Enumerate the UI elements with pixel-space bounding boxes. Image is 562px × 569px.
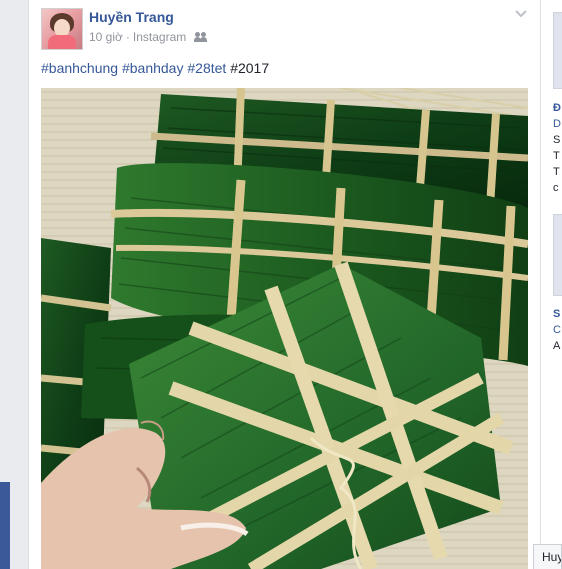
- friends-icon[interactable]: [194, 32, 208, 42]
- feed-post: Huyền Trang 10 giờ · Instagram #banhchun…: [28, 0, 541, 569]
- sidebar-line: T: [553, 150, 560, 162]
- right-sidebar: Đ D S T T c S C A: [540, 0, 562, 569]
- sidebar-line[interactable]: S: [553, 306, 560, 322]
- sidebar-line[interactable]: Đ: [553, 100, 561, 116]
- sidebar-line: A: [553, 340, 561, 352]
- avatar[interactable]: [41, 8, 83, 50]
- hashtag-link[interactable]: #banhday: [122, 60, 184, 76]
- sidebar-line[interactable]: C: [553, 322, 561, 338]
- post-timestamp[interactable]: 10 giờ: [89, 30, 123, 44]
- post-meta: 10 giờ · Instagram: [89, 30, 208, 44]
- chevron-down-icon[interactable]: [514, 6, 528, 20]
- hashtag-link[interactable]: #banhchung: [41, 60, 118, 76]
- sidebar-line[interactable]: D: [553, 116, 561, 132]
- sidebar-line: c: [553, 182, 559, 194]
- year-tag: #2017: [230, 60, 270, 76]
- sidebar-line: T: [553, 166, 560, 178]
- hashtag-link[interactable]: #28tet: [187, 60, 226, 76]
- chat-tab[interactable]: Huy: [533, 544, 562, 569]
- post-source[interactable]: Instagram: [133, 30, 186, 44]
- sidebar-thumbnail[interactable]: [553, 12, 562, 89]
- post-author-name[interactable]: Huyền Trang: [89, 9, 174, 25]
- post-photo[interactable]: [41, 88, 528, 569]
- banh-chung-image: [41, 88, 528, 569]
- meta-separator: ·: [125, 30, 130, 44]
- sidebar-thumbnail[interactable]: [553, 214, 562, 296]
- post-text: #banhchung #banhday #28tet #2017: [41, 60, 269, 76]
- sidebar-line: S: [553, 134, 561, 146]
- left-nav-accent[interactable]: [0, 482, 10, 569]
